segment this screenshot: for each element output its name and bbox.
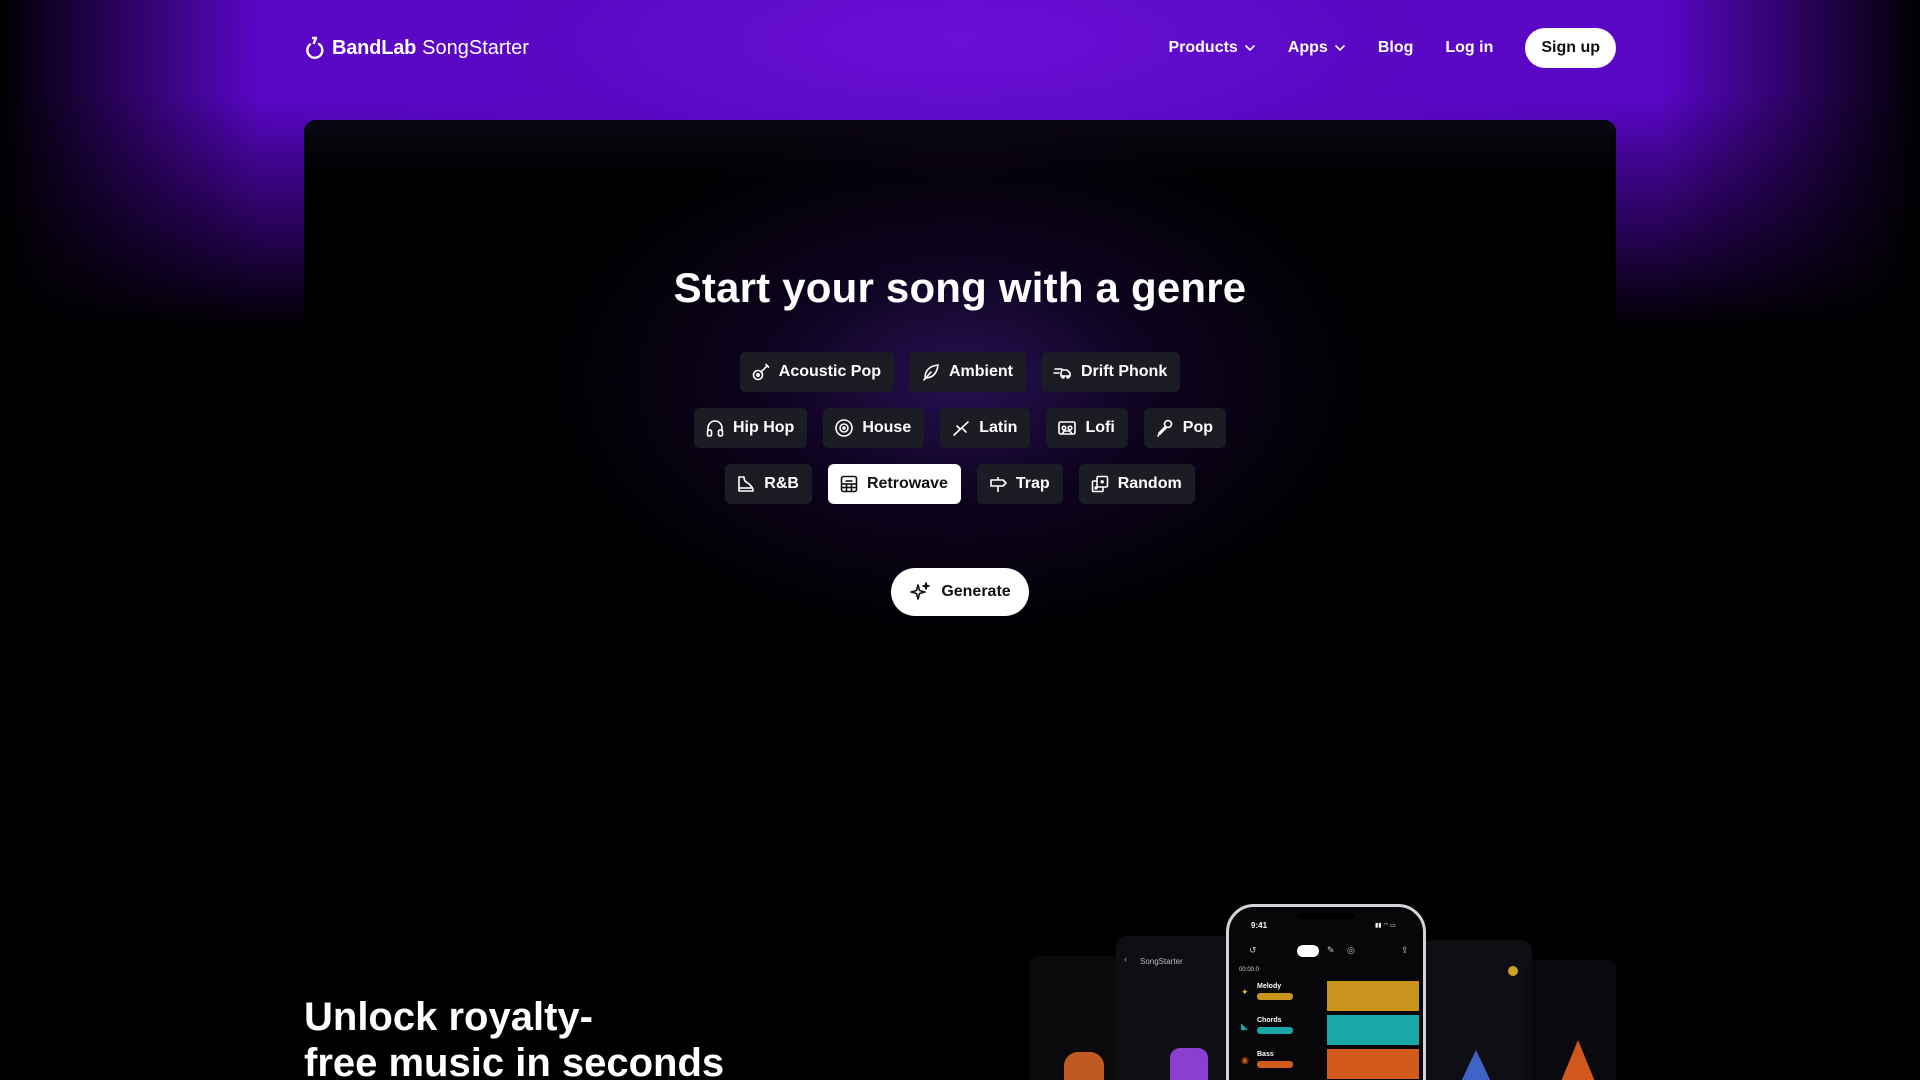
character-orange-2 xyxy=(1560,1040,1596,1080)
genre-chip-label: Hip Hop xyxy=(733,419,795,436)
upload-icon: ⇪ xyxy=(1401,945,1409,955)
genre-chip-hip-hop[interactable]: Hip Hop xyxy=(694,408,808,448)
genre-chip-label: R&B xyxy=(764,475,799,492)
genre-chip-label: Acoustic Pop xyxy=(778,363,881,380)
track-melody: ✦ Melody xyxy=(1237,981,1423,1013)
vinyl-icon xyxy=(835,419,854,437)
character-purple xyxy=(1170,1048,1208,1080)
piano-icon xyxy=(738,476,755,492)
genre-chip-drift-phonk[interactable]: Drift Phonk xyxy=(1042,352,1181,392)
track-melody-tag xyxy=(1257,993,1293,1000)
track-melody-clip xyxy=(1327,981,1419,1011)
phone-time: 9:41 xyxy=(1251,921,1268,930)
chevron-down-icon xyxy=(1334,44,1345,52)
nav-products-label: Products xyxy=(1168,39,1238,56)
dice-icon xyxy=(1091,475,1108,493)
generate-button[interactable]: Generate xyxy=(891,568,1029,616)
character-blue xyxy=(1460,1050,1492,1080)
phone-timer: 00:00.0 xyxy=(1239,967,1260,973)
section-title: Unlock royalty- free music in seconds xyxy=(304,994,724,1080)
top-nav: BandLab SongStarter Products Apps Blog L… xyxy=(304,28,1616,68)
side-label: SongStarter xyxy=(1140,957,1183,966)
maracas-icon xyxy=(953,421,970,436)
microphone-icon xyxy=(1156,419,1173,437)
undo-icon: ↺ xyxy=(1249,945,1257,955)
settings-icon: ◎ xyxy=(1347,945,1355,955)
app-showcase: SongStarter ‹ 9:41 ▮▮ ◠ ▭ ↺ ✎ ◎ ⇪ 00:00.… xyxy=(1030,900,1616,1080)
genre-chip-house[interactable]: House xyxy=(823,408,925,448)
genre-chip-label: Pop xyxy=(1182,419,1213,436)
genre-chip-label: Random xyxy=(1117,475,1182,492)
track-bass-label: Bass xyxy=(1257,1051,1274,1058)
genre-chip-label: Drift Phonk xyxy=(1081,363,1168,380)
section-title-line1: Unlock royalty- xyxy=(304,995,593,1039)
logo[interactable]: BandLab SongStarter xyxy=(304,36,529,60)
genre-chip-retrowave[interactable]: Retrowave xyxy=(827,464,961,504)
coin-icon xyxy=(1508,966,1518,976)
track-chords-clip xyxy=(1327,1015,1419,1045)
track-chords-label: Chords xyxy=(1257,1017,1282,1024)
back-chevron-icon: ‹ xyxy=(1124,954,1127,964)
nav-apps-label: Apps xyxy=(1287,39,1328,56)
status-icons: ▮▮ ◠ ▭ xyxy=(1375,923,1396,929)
genre-chip-label: Retrowave xyxy=(866,475,948,492)
hero-title: Start your song with a genre xyxy=(673,264,1247,311)
genre-chip-label: House xyxy=(862,419,912,436)
track-bass-tag xyxy=(1257,1061,1293,1068)
genre-chip-rnb[interactable]: R&B xyxy=(725,464,812,504)
brand-name: BandLab xyxy=(332,36,417,59)
mic-icon: ✎ xyxy=(1327,945,1335,955)
guitar-icon xyxy=(752,363,770,381)
waveform-toggle xyxy=(1297,945,1319,957)
genre-chip-label: Trap xyxy=(1015,475,1050,492)
genre-chips: Acoustic Pop Ambient Drift Phonk Hip Hop… xyxy=(304,352,1616,520)
product-name: SongStarter xyxy=(422,36,529,59)
track-bass: ◉ Bass xyxy=(1237,1049,1423,1080)
signup-button[interactable]: Sign up xyxy=(1525,28,1616,68)
genre-chip-lofi[interactable]: Lofi xyxy=(1046,408,1128,448)
genre-chip-ambient[interactable]: Ambient xyxy=(910,352,1026,392)
genre-chip-acoustic-pop[interactable]: Acoustic Pop xyxy=(739,352,894,392)
genre-chip-random[interactable]: Random xyxy=(1078,464,1195,504)
phone-notch xyxy=(1299,913,1355,919)
track-icon: ✦ xyxy=(1241,987,1249,997)
track-icon: ◉ xyxy=(1241,1055,1249,1065)
track-chords-tag xyxy=(1257,1027,1293,1034)
phone-mockup: 9:41 ▮▮ ◠ ▭ ↺ ✎ ◎ ⇪ 00:00.0 ✦ Melody ◣ C… xyxy=(1226,904,1426,1080)
track-chords: ◣ Chords xyxy=(1237,1015,1423,1047)
bandlab-logo-icon xyxy=(306,36,324,59)
leaf-icon xyxy=(923,364,939,381)
grid-sun-icon xyxy=(840,475,858,493)
phone-toolbar: ↺ ✎ ◎ ⇪ xyxy=(1243,945,1413,959)
genre-chip-latin[interactable]: Latin xyxy=(940,408,1031,448)
generate-label: Generate xyxy=(941,583,1011,600)
genre-chip-label: Latin xyxy=(979,419,1018,436)
cassette-icon xyxy=(1058,421,1077,435)
track-melody-label: Melody xyxy=(1257,983,1282,990)
genre-chip-label: Ambient xyxy=(949,363,1013,380)
nav-apps[interactable]: Apps xyxy=(1288,39,1346,57)
sparkle-icon xyxy=(910,582,931,600)
track-icon: ◣ xyxy=(1241,1021,1248,1031)
nav-products[interactable]: Products xyxy=(1168,39,1255,57)
genre-chip-trap[interactable]: Trap xyxy=(976,464,1063,504)
character-orange xyxy=(1064,1052,1104,1080)
nav-blog[interactable]: Blog xyxy=(1378,39,1414,57)
wind-car-icon xyxy=(1053,368,1071,379)
nav-login[interactable]: Log in xyxy=(1445,39,1493,57)
signpost-icon xyxy=(990,477,1007,492)
headphones-icon xyxy=(706,420,724,437)
genre-chip-pop[interactable]: Pop xyxy=(1143,408,1226,448)
track-bass-clip xyxy=(1327,1049,1419,1079)
chevron-down-icon xyxy=(1244,44,1255,52)
genre-chip-label: Lofi xyxy=(1085,419,1115,436)
section-title-line2: free music in seconds xyxy=(304,1041,725,1080)
